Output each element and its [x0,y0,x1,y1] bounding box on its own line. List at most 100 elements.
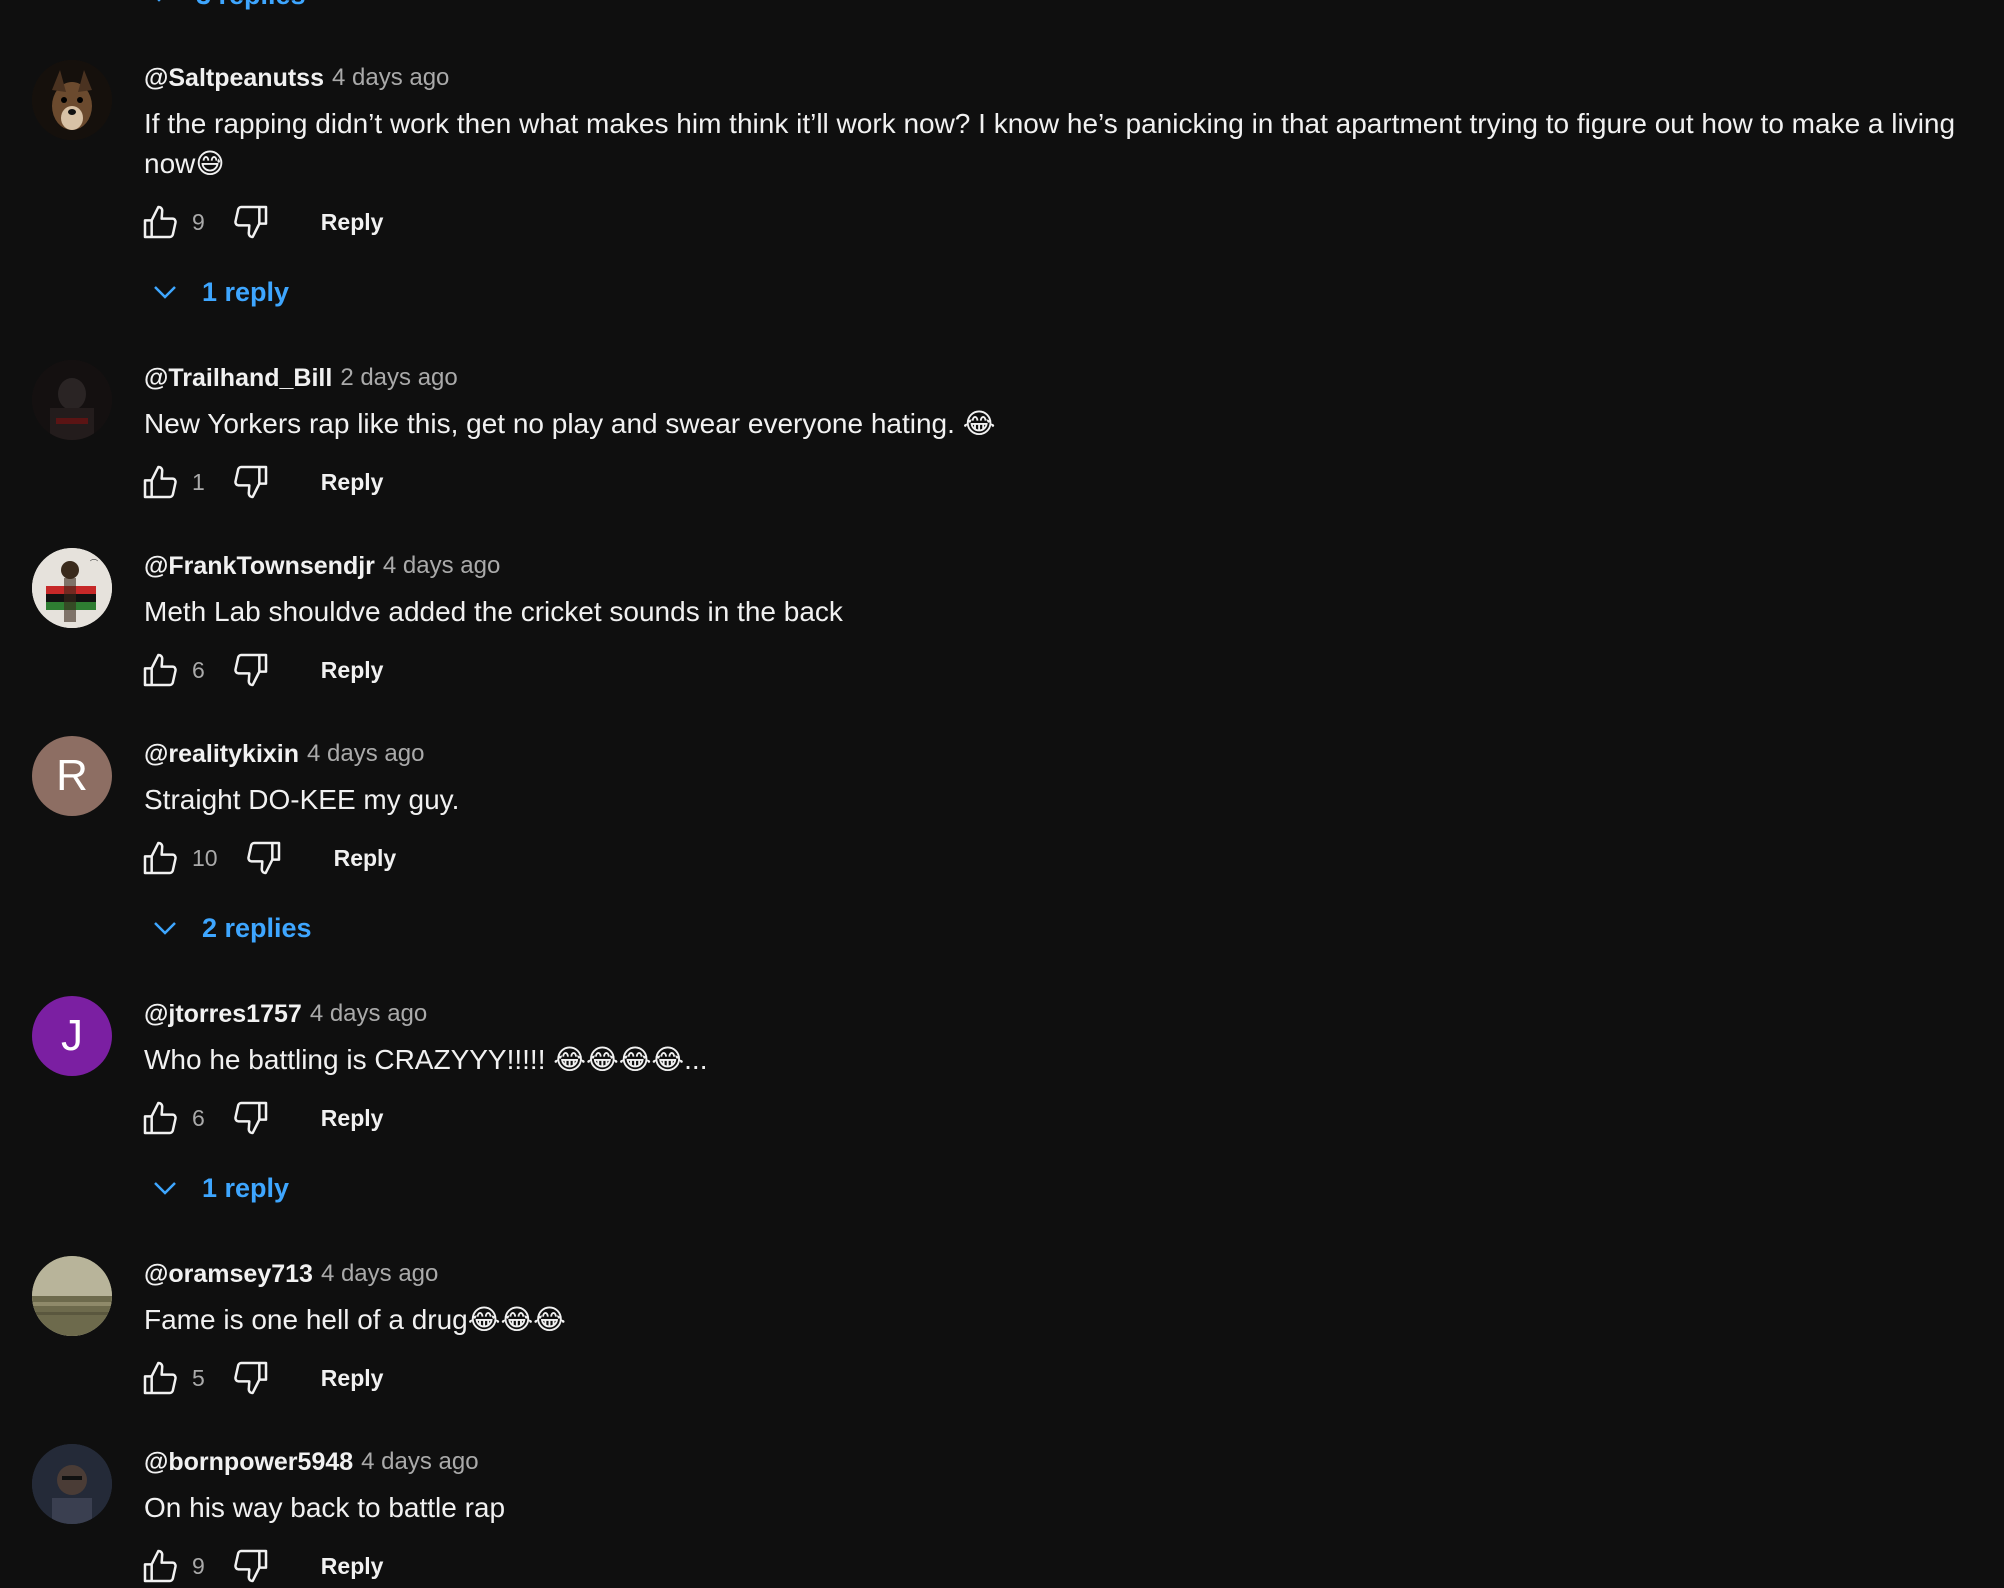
comment-text-body: Meth Lab shouldve added the cricket soun… [144,596,843,627]
thumbs-down-icon [234,465,268,499]
replies-toggle[interactable]: 2 replies [150,906,312,950]
thumbs-down-icon [234,653,268,687]
like-button[interactable] [138,200,182,244]
comment-author[interactable]: @bornpower5948 [144,1448,353,1477]
like-count: 9 [192,1552,205,1579]
avatar[interactable] [32,1444,112,1524]
chevron-down-icon [154,286,176,299]
comment-header: @oramsey713 4 days ago [144,1256,438,1292]
comment-time[interactable]: 4 days ago [361,1448,478,1476]
comment-time[interactable]: 4 days ago [307,740,424,768]
comment-author[interactable]: @FrankTownsendjr [144,552,375,581]
comment-header: @jtorres1757 4 days ago [144,996,427,1032]
comment-actions: 5 Reply [138,1356,383,1400]
reply-button[interactable]: Reply [321,1365,384,1392]
reply-button[interactable]: Reply [321,657,384,684]
comment-text: Straight DO-KEE my guy. [144,780,1974,820]
svg-text:⌒: ⌒ [90,559,98,568]
dislike-button[interactable] [242,836,286,880]
like-count: 6 [192,1104,205,1131]
comment-actions: 6 Reply [138,648,383,692]
comment-actions: 9 Reply [138,1544,383,1588]
comment-author[interactable]: @jtorres1757 [144,1000,302,1029]
comment-text-body: Straight DO-KEE my guy. [144,784,460,815]
like-button[interactable] [138,1096,182,1140]
replies-toggle-label: 3 replies [196,0,306,11]
comment-author[interactable]: @Saltpeanutss [144,64,324,93]
avatar[interactable]: ⌒ [32,548,112,628]
reply-button[interactable]: Reply [334,845,397,872]
thumbs-up-icon [143,1361,177,1395]
avatar-letter: R [56,751,88,800]
like-count: 5 [192,1364,205,1391]
comment-text-body: If the rapping didn’t work then what mak… [144,108,1956,179]
chevron-down-icon [154,1182,176,1195]
portrait-photo-avatar-icon [32,1444,112,1524]
like-button[interactable] [138,1544,182,1588]
comment-header: @bornpower5948 4 days ago [144,1444,479,1480]
comment-actions: 1 Reply [138,460,383,504]
cartoon-flag-avatar-icon: ⌒ [32,548,112,628]
like-count: 6 [192,656,205,683]
comment-text: New Yorkers rap like this, get no play a… [144,404,1974,444]
replies-toggle-top[interactable]: 3 replies [144,0,306,10]
replies-toggle-label: 1 reply [202,276,290,307]
avatar[interactable] [32,360,112,440]
like-button[interactable] [138,648,182,692]
dislike-button[interactable] [229,1356,273,1400]
reply-button[interactable]: Reply [321,469,384,496]
replies-toggle-label: 1 reply [202,1172,290,1203]
comment-header: @FrankTownsendjr 4 days ago [144,548,500,584]
comment-time[interactable]: 4 days ago [332,64,449,92]
reply-button[interactable]: Reply [321,1105,384,1132]
reply-button[interactable]: Reply [321,1553,384,1580]
comment-text-body: Who he battling is CRAZYYY!!!!! [144,1044,554,1075]
avatar[interactable]: J [32,996,112,1076]
comment-text-body: New Yorkers rap like this, get no play a… [144,408,963,439]
dislike-button[interactable] [229,648,273,692]
chevron-down-icon [157,0,161,2]
comment-time[interactable]: 4 days ago [321,1260,438,1288]
thumbs-down-icon [234,1361,268,1395]
landscape-photo-avatar-icon [32,1256,112,1336]
replies-toggle[interactable]: 1 reply [150,270,289,314]
comment-text: Fame is one hell of a drug😂😂😂 [144,1300,1974,1340]
dislike-button[interactable] [229,460,273,504]
like-button[interactable] [138,836,182,880]
chevron-down-icon [154,922,176,935]
dislike-button[interactable] [229,1096,273,1140]
thumbs-up-icon [143,841,177,875]
like-button[interactable] [138,460,182,504]
comment-author[interactable]: @Trailhand_Bill [144,364,332,393]
like-button[interactable] [138,1356,182,1400]
like-count: 10 [192,844,218,871]
laughing-tears-emoji-icon: 😂😂😂😂 [553,1044,685,1075]
comment-author[interactable]: @realitykixin [144,740,299,769]
comment-text: Who he battling is CRAZYYY!!!!! 😂😂😂😂... [144,1040,1974,1080]
dark-photo-avatar-icon [32,360,112,440]
comment-text: Meth Lab shouldve added the cricket soun… [144,592,1974,632]
avatar[interactable] [32,60,112,140]
comment-time[interactable]: 2 days ago [340,364,457,392]
replies-toggle[interactable]: 1 reply [150,1166,289,1210]
thumbs-down-icon [234,205,268,239]
avatar[interactable] [32,1256,112,1336]
thumbs-up-icon [143,205,177,239]
comment-author[interactable]: @oramsey713 [144,1260,313,1289]
comment-time[interactable]: 4 days ago [383,552,500,580]
reply-button[interactable]: Reply [321,209,384,236]
comment-time[interactable]: 4 days ago [310,1000,427,1028]
thumbs-down-icon [234,1101,268,1135]
dislike-button[interactable] [229,200,273,244]
avatar[interactable]: R [32,736,112,816]
thumbs-up-icon [143,465,177,499]
avatar-letter: J [61,1011,83,1060]
comment-text-body: On his way back to battle rap [144,1492,506,1523]
grinning-sweat-emoji-icon: 😅 [195,148,225,179]
thumbs-up-icon [143,653,177,687]
comment-header: @Trailhand_Bill 2 days ago [144,360,458,396]
laughing-tears-emoji-icon: 😂 [962,408,996,439]
dislike-button[interactable] [229,1544,273,1588]
comment-actions: 10 Reply [138,836,396,880]
replies-toggle-label: 2 replies [202,912,312,943]
